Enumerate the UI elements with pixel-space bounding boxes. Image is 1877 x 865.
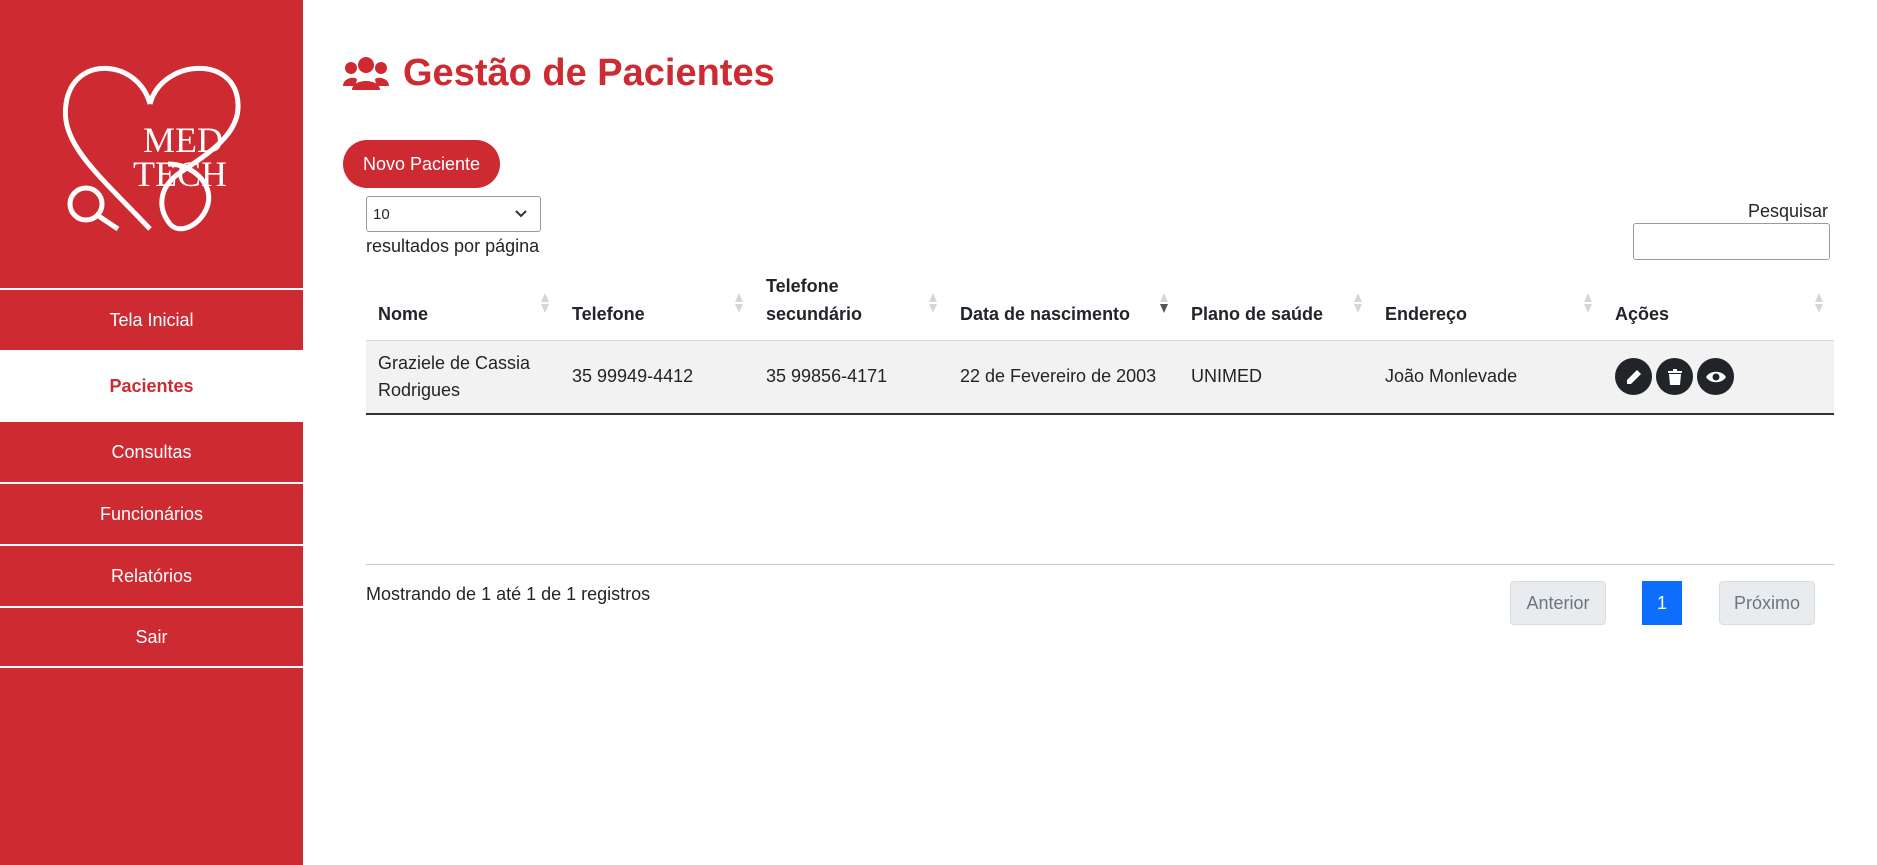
cell-acoes — [1603, 340, 1834, 415]
column-header-label: Plano de saúde — [1191, 303, 1324, 324]
page-title: Gestão de Pacientes — [343, 52, 775, 95]
sort-icon — [1354, 293, 1362, 313]
trash-icon — [1667, 368, 1682, 385]
column-header-nome[interactable]: Nome — [366, 270, 560, 341]
sort-icon — [735, 293, 743, 313]
new-patient-button[interactable]: Novo Paciente — [343, 140, 501, 188]
sidebar-item-tela-inicial[interactable]: Tela Inicial — [0, 288, 303, 350]
chevron-down-icon — [515, 210, 527, 218]
page-1-button[interactable]: 1 — [1642, 581, 1682, 625]
sidebar-item-label: Consultas — [111, 441, 192, 462]
patients-table: Nome Telefone Telefone secundário Data d… — [366, 270, 1834, 415]
column-header-telefone[interactable]: Telefone — [560, 270, 754, 341]
sidebar-item-label: Relatórios — [110, 565, 193, 586]
view-button[interactable] — [1697, 358, 1734, 396]
column-header-label: Endereço — [1385, 303, 1468, 324]
next-page-button[interactable]: Próximo — [1719, 581, 1815, 625]
column-header-endereco[interactable]: Endereço — [1373, 270, 1603, 341]
cell-telefone-secundario: 35 99856-4171 — [754, 340, 948, 415]
sidebar-item-label: Tela Inicial — [109, 309, 194, 330]
logo-text-tech: TECH — [133, 154, 227, 194]
column-header-label: Telefone — [572, 303, 645, 324]
sidebar-item-sair[interactable]: Sair — [0, 606, 303, 668]
sidebar-item-label: Funcionários — [99, 503, 204, 524]
sidebar-nav: Tela Inicial Pacientes Consultas Funcion… — [0, 288, 303, 668]
main-content: Gestão de Pacientes Novo Paciente 10 res… — [303, 0, 1877, 865]
cell-nome: Graziele de Cassia Rodrigues — [366, 340, 560, 415]
medtech-logo: MED TECH — [62, 65, 241, 232]
sidebar: MED TECH Tela Inicial Pacientes Consulta… — [0, 0, 303, 865]
sidebar-item-consultas[interactable]: Consultas — [0, 420, 303, 482]
delete-button[interactable] — [1656, 358, 1693, 396]
eye-icon — [1705, 371, 1726, 382]
page-length-select[interactable]: 10 — [366, 196, 541, 232]
edit-button[interactable] — [1615, 358, 1652, 396]
page-length-label: resultados por página — [366, 236, 540, 256]
cell-plano-saude: UNIMED — [1179, 340, 1373, 415]
column-header-telefone-secundario[interactable]: Telefone secundário — [754, 270, 948, 341]
users-icon — [343, 56, 389, 90]
column-header-acoes[interactable]: Ações — [1603, 270, 1834, 341]
sidebar-item-relatorios[interactable]: Relatórios — [0, 544, 303, 606]
column-header-label: Data de nascimento — [960, 303, 1131, 324]
sort-icon — [1584, 293, 1592, 313]
search-label: Pesquisar — [1747, 201, 1828, 221]
sidebar-item-pacientes[interactable]: Pacientes — [0, 350, 303, 420]
column-header-label: Telefone secundário — [766, 275, 863, 324]
sidebar-item-funcionarios[interactable]: Funcionários — [0, 482, 303, 544]
column-header-data-nascimento[interactable]: Data de nascimento — [948, 270, 1179, 341]
cell-data-nascimento: 22 de Fevereiro de 2003 — [948, 340, 1179, 415]
page-length-value: 10 — [373, 205, 390, 223]
page-title-text: Gestão de Pacientes — [403, 52, 775, 94]
table-footer-divider — [366, 564, 1834, 565]
search-input[interactable] — [1633, 223, 1830, 260]
sort-icon — [929, 293, 937, 313]
sidebar-item-label: Pacientes — [109, 375, 194, 396]
cell-endereco: João Monlevade — [1373, 340, 1603, 415]
column-header-label: Ações — [1615, 303, 1670, 324]
table-info: Mostrando de 1 até 1 de 1 registros — [366, 584, 651, 604]
sort-icon — [1815, 293, 1823, 313]
prev-page-button[interactable]: Anterior — [1510, 581, 1606, 625]
sidebar-item-label: Sair — [135, 626, 168, 647]
sort-icon — [541, 293, 549, 313]
edit-icon — [1626, 369, 1641, 384]
row-actions — [1615, 358, 1822, 396]
sort-desc-icon — [1160, 293, 1168, 313]
table-row: Graziele de Cassia Rodrigues 35 99949-44… — [366, 340, 1834, 415]
column-header-plano-saude[interactable]: Plano de saúde — [1179, 270, 1373, 341]
cell-telefone: 35 99949-4412 — [560, 340, 754, 415]
column-header-label: Nome — [378, 303, 429, 324]
